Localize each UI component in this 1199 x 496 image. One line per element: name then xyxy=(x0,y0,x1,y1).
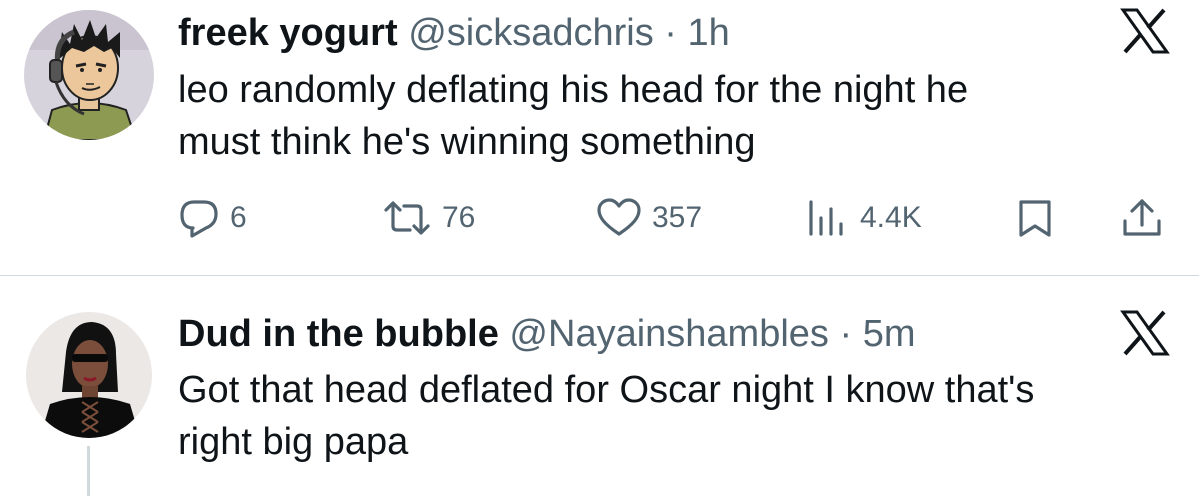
bookmark-icon xyxy=(1019,200,1051,237)
tweet-1[interactable]: freek yogurt @sicksadchris · 1h leo rand… xyxy=(0,0,1199,275)
tweet-text-line-2: must think he's winning something xyxy=(178,121,756,163)
heart-icon xyxy=(597,198,641,236)
photo-avatar-icon xyxy=(26,312,152,438)
share-icon xyxy=(1123,199,1161,236)
tweet-text: Got that head deflated for Oscar night I… xyxy=(178,364,1188,468)
repost-count: 76 xyxy=(442,201,476,234)
timestamp[interactable]: 5m xyxy=(863,313,916,355)
tweet-header: Dud in the bubble @Nayainshambles · 5m xyxy=(178,312,916,356)
like-button[interactable]: 357 xyxy=(596,196,702,240)
share-button[interactable] xyxy=(1120,196,1164,240)
display-name[interactable]: Dud in the bubble xyxy=(178,313,499,355)
like-count: 357 xyxy=(652,201,703,234)
thread-connector-line xyxy=(87,446,90,496)
separator-dot: · xyxy=(664,12,677,54)
x-logo-icon xyxy=(1120,310,1170,356)
views-count: 4.4K xyxy=(860,201,922,234)
avatar-freek-yogurt[interactable] xyxy=(24,10,154,140)
tweet-header: freek yogurt @sicksadchris · 1h xyxy=(178,11,730,55)
reply-icon xyxy=(180,200,218,238)
tweet-text-line-2: right big papa xyxy=(178,421,409,463)
x-logo-icon xyxy=(1120,8,1170,54)
views-button[interactable]: 4.4K xyxy=(806,196,922,240)
timestamp[interactable]: 1h xyxy=(687,12,729,54)
tweet-text-line-1: Got that head deflated for Oscar night I… xyxy=(178,369,1035,411)
tweet-text: leo randomly deflating his head for the … xyxy=(178,64,1178,168)
separator-dot: · xyxy=(839,313,853,355)
user-handle[interactable]: @sicksadchris xyxy=(408,12,654,54)
reply-button[interactable]: 6 xyxy=(178,196,247,240)
user-handle[interactable]: @Nayainshambles xyxy=(509,313,829,355)
avatar-dud-in-the-bubble[interactable] xyxy=(26,312,152,438)
cartoon-avatar-icon xyxy=(24,10,154,140)
views-chart-icon xyxy=(809,200,843,236)
display-name[interactable]: freek yogurt xyxy=(178,12,398,54)
reply-count: 6 xyxy=(230,201,247,234)
repost-button[interactable]: 76 xyxy=(382,196,475,240)
tweet-2[interactable]: Dud in the bubble @Nayainshambles · 5m G… xyxy=(0,276,1199,496)
repost-icon xyxy=(384,201,430,235)
tweet-text-line-1: leo randomly deflating his head for the … xyxy=(178,69,969,111)
bookmark-button[interactable] xyxy=(1016,196,1054,240)
